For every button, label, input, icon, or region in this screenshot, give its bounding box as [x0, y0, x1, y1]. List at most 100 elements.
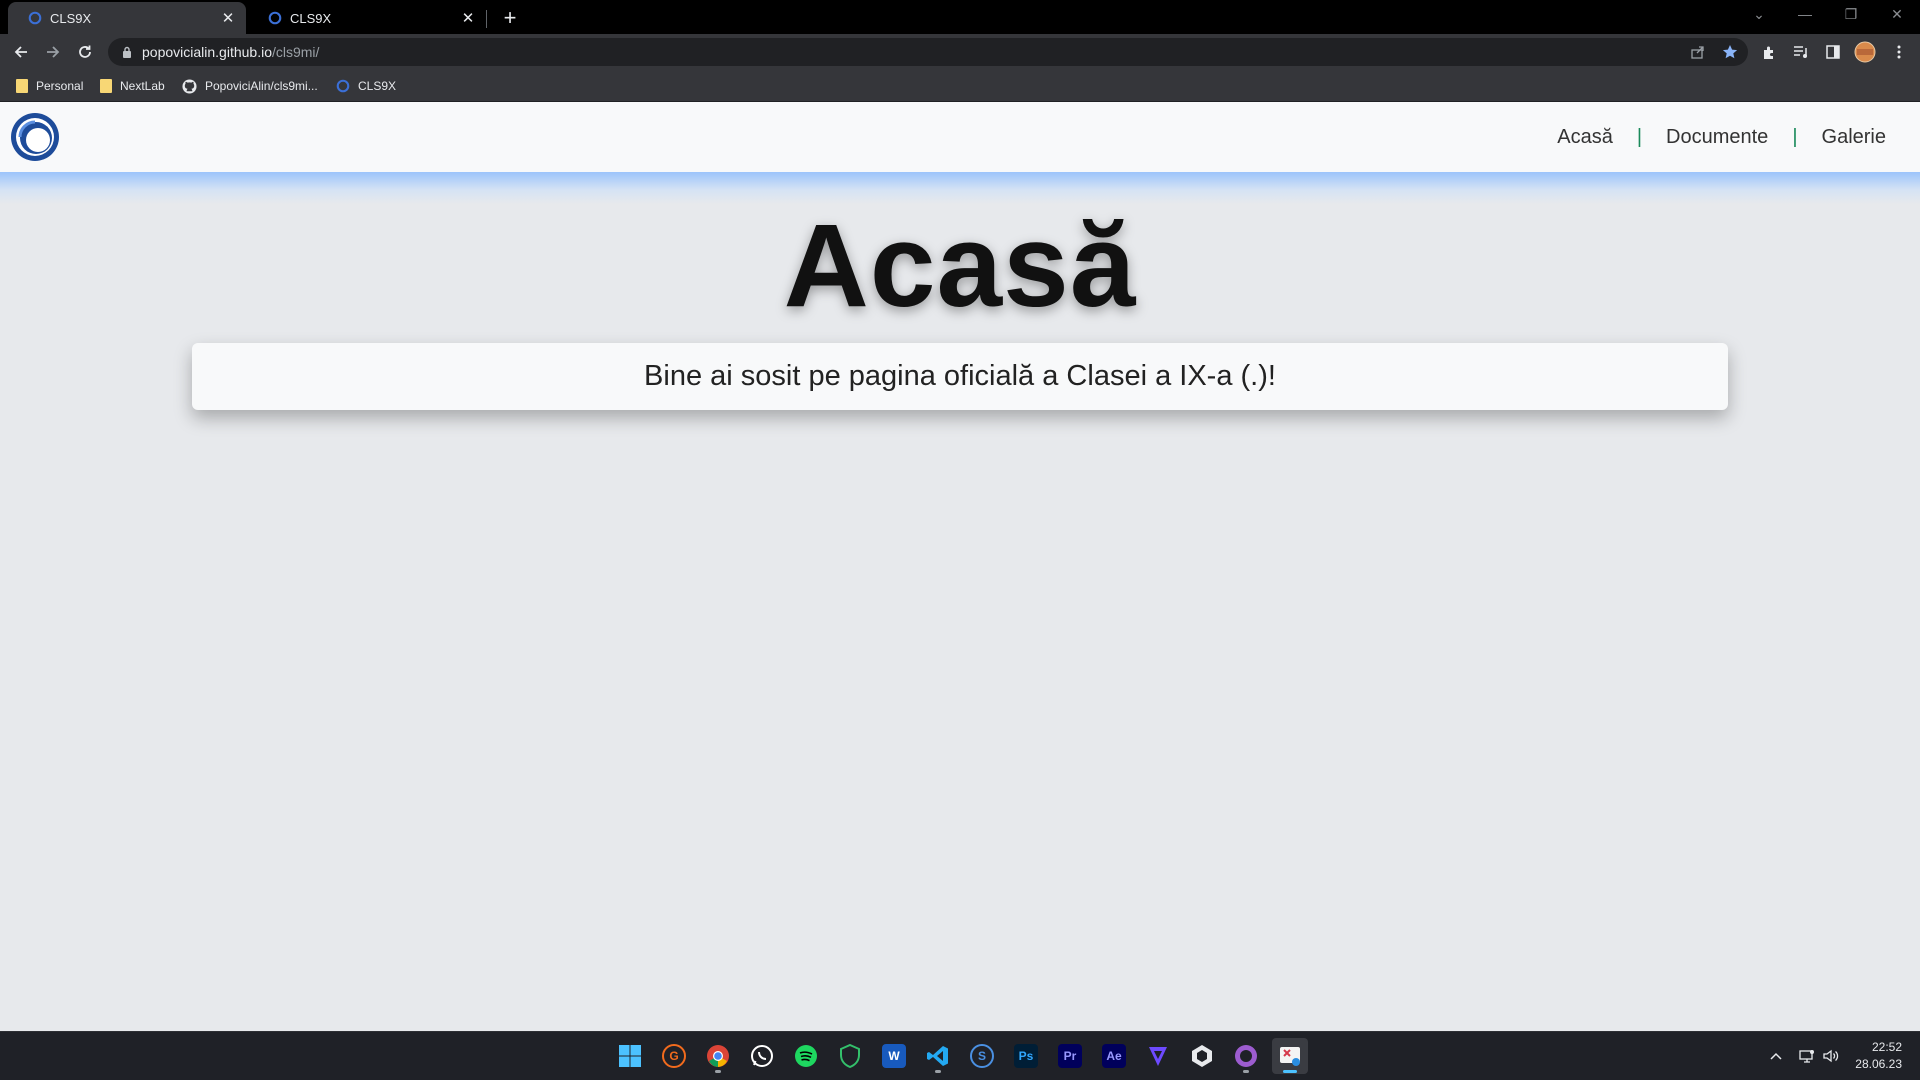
running-indicator [935, 1070, 941, 1073]
side-panel-icon[interactable] [1818, 37, 1848, 67]
url-host: popovicialin.github.io [142, 44, 272, 60]
bookmark-label: CLS9X [358, 79, 397, 93]
github-icon [182, 78, 197, 94]
snipping-tool-icon [1280, 1047, 1300, 1066]
tab-separator [486, 10, 487, 28]
tab-close-icon[interactable]: ✕ [460, 10, 476, 27]
address-bar[interactable]: popovicialin.github.io/cls9mi/ [108, 38, 1748, 66]
tab-close-icon[interactable]: ✕ [220, 10, 236, 27]
tab-inactive[interactable]: CLS9X ✕ [248, 2, 486, 34]
taskbar-app-d[interactable] [832, 1038, 868, 1074]
lock-icon [123, 46, 131, 58]
media-control-icon[interactable] [1786, 37, 1816, 67]
start-button[interactable] [612, 1038, 648, 1074]
restore-button[interactable]: ❐ [1828, 0, 1874, 28]
tab-search-icon[interactable]: ⌄ [1736, 0, 1782, 28]
minimize-button[interactable]: — [1782, 0, 1828, 28]
taskbar-word[interactable]: W [876, 1038, 912, 1074]
main-nav: Acasă | Documente | Galerie [1557, 102, 1886, 172]
proton-vpn-icon [1149, 1047, 1167, 1066]
tab-title: CLS9X [290, 10, 332, 26]
nav-link-acasa[interactable]: Acasă [1557, 126, 1613, 149]
app-g-icon: G [662, 1044, 686, 1068]
bookmark-label: NextLab [120, 79, 165, 93]
bookmark-label: PopoviciAlin/cls9mi... [205, 79, 318, 93]
after-effects-icon: Ae [1102, 1044, 1126, 1068]
photoshop-icon: Ps [1014, 1044, 1038, 1068]
network-icon[interactable] [1796, 1032, 1818, 1080]
bookmark-personal[interactable]: Personal [16, 74, 83, 98]
word-icon: W [882, 1044, 906, 1068]
profile-avatar[interactable] [1850, 37, 1880, 67]
browser-toolbar: popovicialin.github.io/cls9mi/ [0, 34, 1920, 70]
forward-button[interactable] [38, 37, 68, 67]
welcome-card: Bine ai sosit pe pagina oficială a Clase… [192, 343, 1728, 410]
tab-strip: CLS9X ✕ CLS9X ✕ + ⌄ — ❐ ✕ [0, 0, 1920, 34]
new-tab-button[interactable]: + [497, 5, 523, 31]
taskbar-proton-vpn[interactable] [1140, 1038, 1176, 1074]
taskbar-after-effects[interactable]: Ae [1096, 1038, 1132, 1074]
bookmark-nextlab[interactable]: NextLab [100, 74, 165, 98]
taskbar-vscode[interactable] [920, 1038, 956, 1074]
nav-link-documente[interactable]: Documente [1666, 126, 1768, 149]
site-favicon-icon [28, 11, 42, 25]
taskbar-whatsapp[interactable] [744, 1038, 780, 1074]
close-window-button[interactable]: ✕ [1874, 0, 1920, 28]
site-favicon-icon [268, 11, 282, 25]
github-desktop-icon [1235, 1045, 1257, 1067]
app-s-icon: S [970, 1044, 994, 1068]
bookmark-cls9x[interactable]: CLS9X [336, 74, 396, 98]
extensions-icon[interactable] [1754, 37, 1784, 67]
tab-title: CLS9X [50, 10, 92, 26]
site-logo-icon[interactable] [10, 112, 60, 162]
taskbar-github-desktop[interactable] [1228, 1038, 1264, 1074]
unity-icon [1192, 1045, 1212, 1067]
taskbar-app-g[interactable]: G [656, 1038, 692, 1074]
bookmark-star-icon[interactable] [1715, 37, 1745, 67]
clock-time: 22:52 [1871, 1040, 1902, 1054]
site-header: Acasă | Documente | Galerie [0, 102, 1920, 172]
reload-icon [79, 45, 91, 58]
share-icon[interactable] [1683, 37, 1713, 67]
windows-icon [619, 1045, 641, 1067]
nav-link-galerie[interactable]: Galerie [1822, 126, 1886, 149]
folder-icon [100, 79, 112, 93]
running-indicator [1283, 1070, 1297, 1073]
taskbar-premiere[interactable]: Pr [1052, 1038, 1088, 1074]
chrome-icon [707, 1045, 729, 1067]
nav-divider: | [1636, 125, 1643, 148]
show-hidden-icons-button[interactable] [1764, 1032, 1788, 1080]
volume-icon[interactable] [1820, 1032, 1842, 1080]
taskbar-photoshop[interactable]: Ps [1008, 1038, 1044, 1074]
bookmark-github-repo[interactable]: PopoviciAlin/cls9mi... [182, 74, 318, 98]
url-path: /cls9mi/ [271, 44, 320, 60]
whatsapp-icon [751, 1045, 773, 1067]
reload-button[interactable] [70, 37, 100, 67]
system-clock[interactable]: 22:52 28.06.23 [1855, 1039, 1902, 1073]
page-title: Acasă [783, 200, 1137, 332]
back-button[interactable] [6, 37, 36, 67]
spotify-icon [795, 1045, 817, 1067]
clock-date: 28.06.23 [1855, 1057, 1902, 1071]
tab-active[interactable]: CLS9X ✕ [8, 2, 246, 34]
running-indicator [715, 1070, 721, 1073]
nav-divider: | [1792, 125, 1798, 148]
running-indicator [1243, 1070, 1249, 1073]
arrow-right-icon [47, 46, 60, 58]
page-viewport: Acasă | Documente | Galerie Acasă Bine a… [0, 102, 1920, 1031]
app-d-shield-icon [840, 1044, 860, 1068]
welcome-text: Bine ai sosit pe pagina oficială a Clase… [644, 360, 1276, 392]
taskbar: G W S Ps Pr Ae 22:52 28.06.23 [0, 1031, 1920, 1080]
arrow-left-icon [14, 46, 27, 58]
taskbar-unity[interactable] [1184, 1038, 1220, 1074]
taskbar-snipping-tool[interactable] [1272, 1038, 1308, 1074]
taskbar-spotify[interactable] [788, 1038, 824, 1074]
bookmark-label: Personal [36, 79, 84, 93]
kebab-menu-icon[interactable] [1884, 37, 1914, 67]
folder-icon [16, 79, 28, 93]
taskbar-app-s[interactable]: S [964, 1038, 1000, 1074]
bookmarks-bar: Personal NextLab PopoviciAlin/cls9mi... … [0, 70, 1920, 102]
premiere-icon: Pr [1058, 1044, 1082, 1068]
vscode-icon [927, 1046, 948, 1066]
taskbar-chrome[interactable] [700, 1038, 736, 1074]
